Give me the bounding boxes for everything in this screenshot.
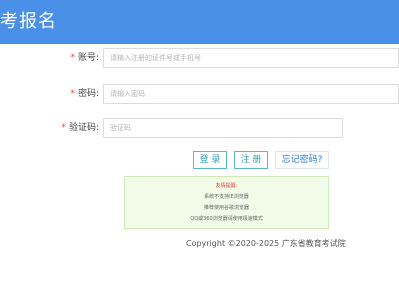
captcha-label: * 验证码: [61,120,99,136]
required-mark: * [61,123,66,133]
account-row: * 账号: [0,48,399,68]
tips-line: QQ或360浏览器请使用极速模式 [190,216,263,222]
captcha-label-text: 验证码: [68,123,99,133]
required-mark: * [70,53,75,63]
register-button[interactable]: 注 册 [234,151,268,169]
password-row: * 密码: [0,84,399,104]
tips-box: 友情提醒: 系统不支持IE浏览器 推荐使用谷歌浏览器 QQ或360浏览器请使用极… [124,176,329,229]
captcha-input[interactable] [103,118,343,138]
login-button[interactable]: 登 录 [193,151,227,169]
forgot-password-button[interactable]: 忘记密码? [275,151,329,169]
account-input[interactable] [103,48,399,68]
top-header: 考报名 [0,0,399,44]
account-label-text: 账号: [77,53,99,63]
page-title: 考报名 [0,11,57,32]
copyright-text: Copyright ©2020-2025 广东省教育考试院 [186,239,346,248]
password-label: * 密码: [70,86,99,102]
captcha-row: * 验证码: [0,118,399,138]
password-input[interactable] [103,84,399,104]
account-label: * 账号: [70,50,99,66]
tips-title: 友情提醒: [215,183,238,189]
password-label-text: 密码: [77,89,99,99]
tips-line: 推荐使用谷歌浏览器 [203,205,249,211]
tips-line: 系统不支持IE浏览器 [204,194,249,200]
required-mark: * [70,89,75,99]
